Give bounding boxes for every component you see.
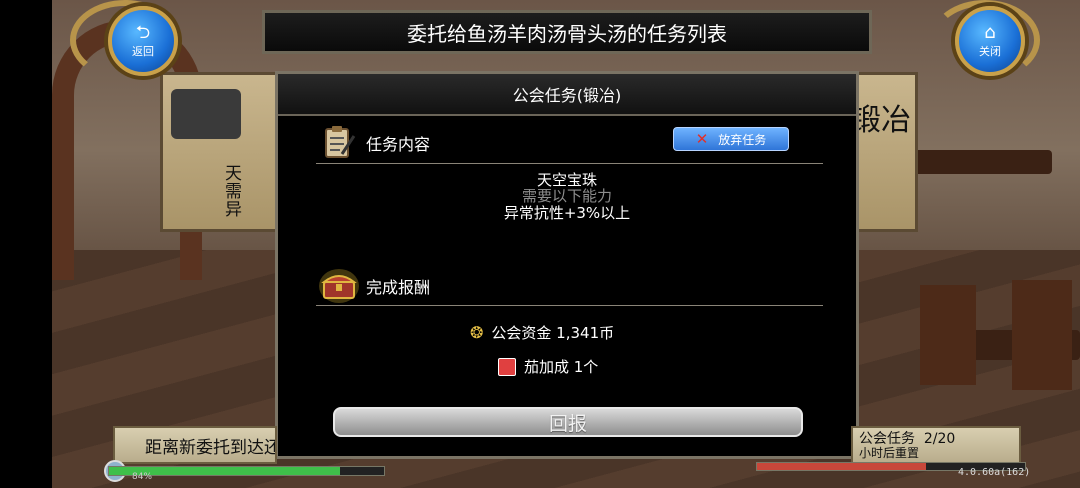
item-box-icon [498,357,516,376]
treasure-chest-icon [318,268,360,304]
reward-section-label: 完成报酬 [366,278,431,297]
chair [1012,280,1072,390]
reward-text: 公会资金 1,341币 [491,324,615,342]
sign-right-text: 锻冶 [851,103,911,138]
guild-task-dialog: 公会任务(锻冶) 任务内容 ✕ 放弃任务 天空宝珠 需要以下能力 异常抗性+3%… [275,71,859,459]
close-x-icon: ✕ [695,130,709,148]
next-commission-text: 距离新委托到达还 [145,437,277,458]
back-button[interactable]: ⮌ 返回 [108,6,178,76]
next-commission-panel: 距离新委托到达还 [113,426,277,464]
page-title-bar: 委托给鱼汤羊肉汤骨头汤的任务列表 [262,10,872,54]
guild-task-status-panel: 公会任务 2/20 小时后重置 [851,426,1021,464]
anvil-icon [171,89,241,139]
reward-text: 茄加成 1个 [524,358,599,376]
page-title: 委托给鱼汤羊肉汤骨头汤的任务列表 [407,21,727,46]
exp-percent: 84% [132,472,153,482]
version-label: 4.0.60a(162) [958,467,1031,478]
sign-left-line: 需 [225,182,242,202]
home-icon: ⌂ [984,21,996,43]
close-button-label: 关闭 [979,44,1001,58]
reward-row: ❂ 公会资金 1,341币 [470,322,614,343]
close-button[interactable]: ⌂ 关闭 [955,6,1025,76]
hp-bar-fill [757,463,926,470]
reward-row: 茄加成 1个 [498,356,598,377]
dialog-title: 公会任务(锻冶) [512,86,622,105]
gold-coins-icon: ❂ [470,323,484,342]
requirement-label: 需要以下能力 [521,187,612,205]
report-button-label: 回报 [548,412,587,435]
back-arrow-icon: ⮌ [135,21,151,43]
abandon-task-button[interactable]: ✕ 放弃任务 [673,127,789,151]
guild-task-count: 公会任务 2/20 [859,431,956,447]
requirement-value: 异常抗性+3%以上 [503,204,631,222]
shop-sign-left: 天 需 异 [160,72,280,232]
report-button[interactable]: 回报 [333,407,803,437]
sign-left-line: 异 [225,200,242,220]
chair [920,285,976,385]
sign-left-line: 天 [225,164,242,184]
dialog-header: 公会任务(锻冶) [278,74,856,116]
divider [316,163,823,164]
task-section-label: 任务内容 [366,135,431,154]
reset-timer: 小时后重置 [859,446,920,460]
clipboard-icon [320,124,356,160]
divider [316,305,823,306]
back-button-label: 返回 [132,44,154,58]
task-item-name: 天空宝珠 [536,171,597,189]
abandon-task-label: 放弃任务 [718,132,767,147]
